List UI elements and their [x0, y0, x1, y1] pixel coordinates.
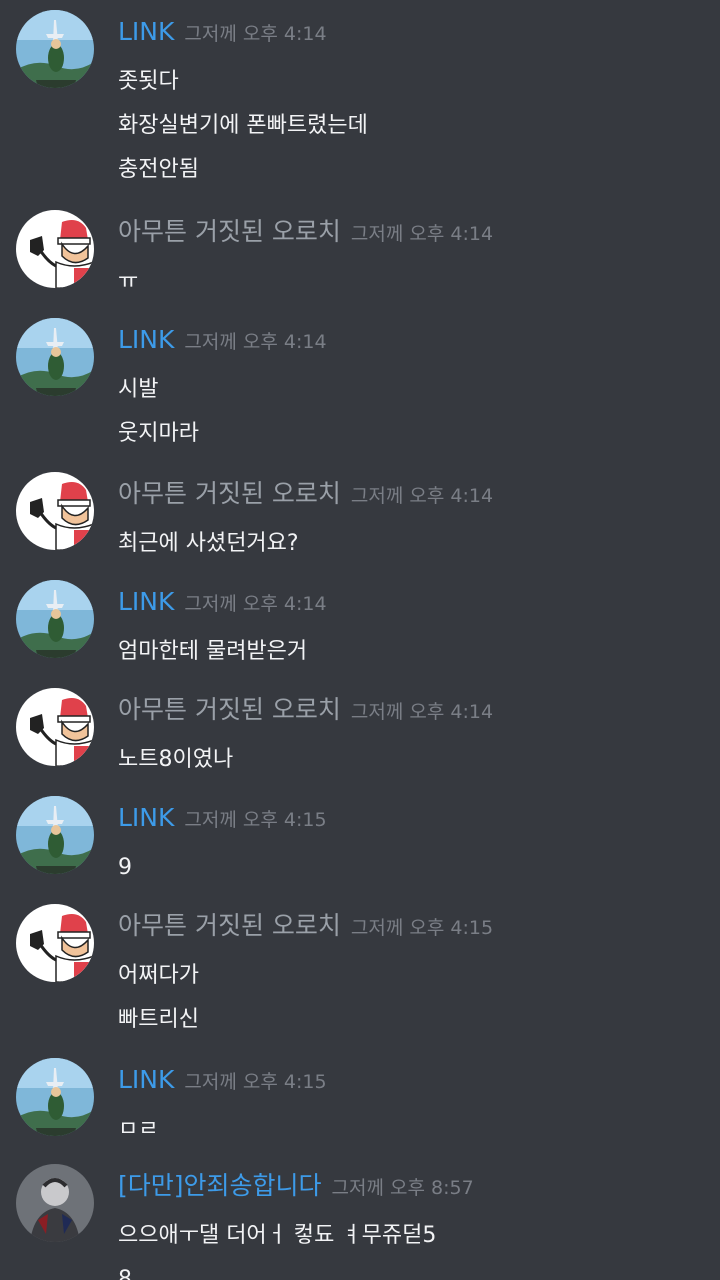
message-content: ㅁㄹ	[118, 1110, 158, 1154]
message-content: 어쩌다가빠트리신	[118, 956, 199, 1044]
avatar[interactable]	[16, 1164, 94, 1242]
message-text: ㅁㄹ	[118, 1117, 159, 1142]
timestamp: 그저께 오후 4:14	[184, 331, 327, 353]
message-text: 최근에 사셨던거요?	[118, 531, 299, 556]
message-content: 좃됫다화장실변기에 폰빠트렸는데충전안됨	[118, 62, 368, 194]
message-text: 시발	[118, 377, 159, 402]
timestamp: 그저께 오후 4:15	[184, 809, 327, 831]
message-text: 8	[118, 1267, 132, 1280]
username[interactable]: LINK	[118, 587, 174, 616]
message-content: 최근에 사셨던거요?	[118, 524, 299, 568]
username[interactable]: [다만]안죄송합니다	[118, 1171, 322, 1200]
message-content: 9	[118, 848, 132, 892]
message-header: 아무튼 거짓된 오로치 그저께 오후 4:14	[118, 690, 493, 730]
username[interactable]: LINK	[118, 803, 174, 832]
message-content: 노트8이였나	[118, 740, 233, 784]
avatar[interactable]	[16, 688, 94, 766]
message-text: 빠트리신	[118, 1007, 199, 1032]
message-content: 시발웃지마라	[118, 370, 199, 458]
timestamp: 그저께 오후 4:14	[350, 485, 494, 507]
avatar[interactable]	[16, 580, 94, 658]
message-text: 노트8이였나	[118, 747, 234, 772]
message-content: 으으애ㅜ댈 더어ㅓ 컿됴 ㅕ무쥬덛5 8	[118, 1216, 436, 1280]
message-text: 9	[118, 855, 132, 880]
message-header: 아무튼 거짓된 오로치 그저께 오후 4:14	[118, 474, 493, 514]
message-text: ㅠ	[118, 269, 139, 294]
message-header: LINK 그저께 오후 4:14	[118, 12, 327, 52]
message-text: 어쩌다가	[118, 963, 199, 988]
message-header: [다만]안죄송합니다 그저께 오후 8:57	[118, 1166, 474, 1206]
message-header: 아무튼 거짓된 오로치 그저께 오후 4:15	[118, 906, 493, 946]
message-header: LINK 그저께 오후 4:15	[118, 798, 327, 838]
username[interactable]: LINK	[118, 325, 174, 354]
message-header: LINK 그저께 오후 4:15	[118, 1060, 327, 1100]
timestamp: 그저께 오후 4:15	[184, 1071, 327, 1093]
username[interactable]: LINK	[118, 1065, 174, 1094]
message-text: 으으애ㅜ댈 더어ㅓ 컿됴 ㅕ무쥬덛5	[118, 1223, 437, 1248]
message-text: 엄마한테 물려받은거	[118, 639, 308, 664]
chat-message-list: LINK 그저께 오후 4:14 좃됫다화장실변기에 폰빠트렸는데충전안됨 아무튼 …	[0, 0, 720, 1280]
avatar[interactable]	[16, 10, 94, 88]
timestamp: 그저께 오후 4:14	[184, 23, 327, 45]
message-content: 엄마한테 물려받은거	[118, 632, 307, 676]
timestamp: 그저께 오후 4:14	[350, 701, 494, 723]
username[interactable]: 아무튼 거짓된 오로치	[118, 911, 341, 940]
timestamp: 그저께 오후 8:57	[331, 1177, 474, 1199]
avatar[interactable]	[16, 904, 94, 982]
avatar[interactable]	[16, 1058, 94, 1136]
username[interactable]: 아무튼 거짓된 오로치	[118, 217, 341, 246]
message-text: 충전안됨	[118, 157, 199, 182]
message-text: 좃됫다	[118, 69, 179, 94]
avatar[interactable]	[16, 796, 94, 874]
username[interactable]: 아무튼 거짓된 오로치	[118, 695, 341, 724]
username[interactable]: LINK	[118, 17, 174, 46]
message-text: 화장실변기에 폰빠트렸는데	[118, 113, 368, 138]
username[interactable]: 아무튼 거짓된 오로치	[118, 479, 341, 508]
timestamp: 그저께 오후 4:14	[184, 593, 327, 615]
timestamp: 그저께 오후 4:15	[350, 917, 494, 939]
message-content: ㅠ	[118, 262, 138, 306]
avatar[interactable]	[16, 318, 94, 396]
message-header: LINK 그저께 오후 4:14	[118, 320, 327, 360]
avatar[interactable]	[16, 472, 94, 550]
avatar[interactable]	[16, 210, 94, 288]
message-header: LINK 그저께 오후 4:14	[118, 582, 327, 622]
message-text: 웃지마라	[118, 421, 199, 446]
message-header: 아무튼 거짓된 오로치 그저께 오후 4:14	[118, 212, 493, 252]
timestamp: 그저께 오후 4:14	[350, 223, 494, 245]
